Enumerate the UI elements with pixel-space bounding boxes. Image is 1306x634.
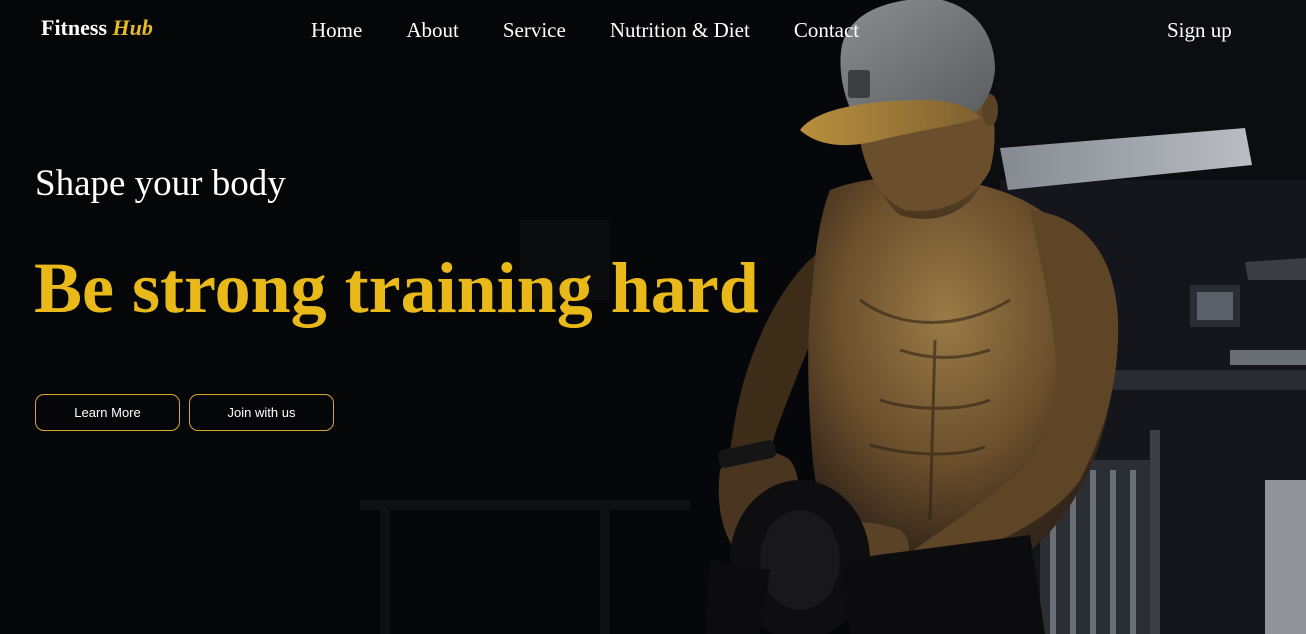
top-navbar: Fitness Hub Home About Service Nutrition… xyxy=(0,0,1306,62)
logo-primary-text: Fitness xyxy=(41,15,107,40)
learn-more-button[interactable]: Learn More xyxy=(35,394,180,431)
brand-logo[interactable]: Fitness Hub xyxy=(41,15,153,41)
logo-accent-text: Hub xyxy=(112,15,153,40)
hero-headline: Be strong training hard xyxy=(34,248,759,328)
nav-link-contact[interactable]: Contact xyxy=(794,18,859,43)
signup-link[interactable]: Sign up xyxy=(1167,18,1232,43)
join-with-us-button[interactable]: Join with us xyxy=(189,394,334,431)
nav-link-nutrition-diet[interactable]: Nutrition & Diet xyxy=(610,18,750,43)
nav-links: Home About Service Nutrition & Diet Cont… xyxy=(311,18,859,43)
hero-subtitle: Shape your body xyxy=(35,163,286,204)
nav-link-service[interactable]: Service xyxy=(503,18,566,43)
nav-link-home[interactable]: Home xyxy=(311,18,362,43)
nav-link-about[interactable]: About xyxy=(406,18,459,43)
